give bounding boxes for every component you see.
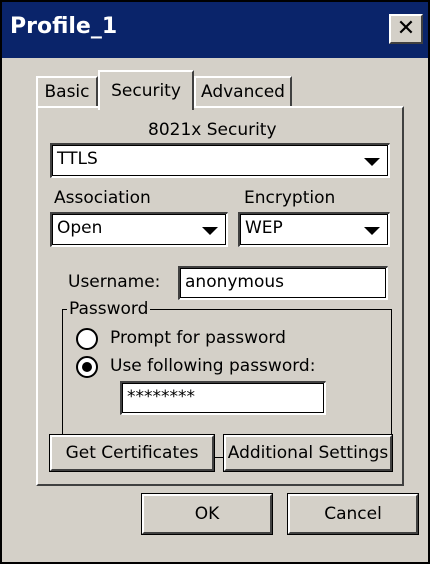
close-icon: ✕: [396, 16, 416, 41]
tab-security[interactable]: Security: [98, 70, 194, 110]
use-password-radio[interactable]: [76, 356, 98, 378]
title-bar: Profile_1 ✕: [2, 2, 428, 58]
chevron-down-icon[interactable]: [364, 158, 380, 166]
additional-settings-button[interactable]: Additional Settings: [223, 434, 393, 472]
ok-button[interactable]: OK: [141, 493, 273, 535]
chevron-down-icon[interactable]: [364, 227, 380, 235]
association-dropdown[interactable]: Open: [50, 212, 228, 247]
chevron-down-icon[interactable]: [202, 227, 218, 235]
get-certificates-label: Get Certificates: [65, 443, 199, 463]
close-button[interactable]: ✕: [389, 14, 423, 44]
tab-basic[interactable]: Basic: [36, 76, 98, 108]
eap-type-value: TTLS: [57, 149, 98, 169]
encryption-label: Encryption: [244, 188, 336, 208]
username-value: anonymous: [185, 272, 285, 292]
username-label: Username:: [68, 272, 161, 292]
association-value: Open: [57, 218, 103, 238]
eap-type-dropdown[interactable]: TTLS: [50, 143, 390, 178]
security-heading: 8021x Security: [148, 120, 277, 140]
prompt-password-label[interactable]: Prompt for password: [110, 328, 286, 348]
encryption-dropdown[interactable]: WEP: [238, 212, 390, 247]
ok-label: OK: [194, 504, 220, 524]
tab-basic-label: Basic: [44, 82, 90, 102]
use-password-label[interactable]: Use following password:: [110, 356, 315, 376]
password-input[interactable]: ********: [120, 381, 326, 415]
username-input[interactable]: anonymous: [178, 266, 388, 300]
radio-selected-dot: [82, 362, 92, 372]
get-certificates-button[interactable]: Get Certificates: [49, 434, 215, 472]
cancel-label: Cancel: [324, 504, 382, 524]
tab-advanced[interactable]: Advanced: [194, 76, 292, 108]
password-group-label: Password: [67, 299, 151, 319]
tab-security-label: Security: [111, 81, 181, 101]
window-title: Profile_1: [10, 14, 118, 39]
additional-settings-label: Additional Settings: [227, 443, 389, 463]
tab-advanced-label: Advanced: [201, 82, 285, 102]
encryption-value: WEP: [245, 218, 283, 238]
password-value: ********: [127, 387, 195, 407]
association-label: Association: [54, 188, 151, 208]
cancel-button[interactable]: Cancel: [287, 493, 419, 535]
profile-dialog: Profile_1 ✕ Basic Security Advanced 8021…: [0, 0, 430, 564]
prompt-password-radio[interactable]: [76, 328, 98, 350]
